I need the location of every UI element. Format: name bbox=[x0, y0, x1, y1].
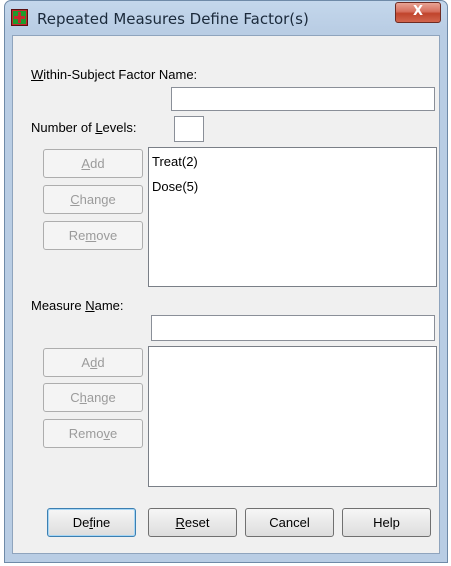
measure-remove-rest: e bbox=[109, 426, 118, 441]
dialog-content: Within-Subject Factor Name: Number of Le… bbox=[12, 35, 440, 554]
factor-remove-button[interactable]: Remove bbox=[43, 221, 143, 250]
measure-name-input[interactable] bbox=[151, 315, 435, 341]
mnemonic-w: W bbox=[31, 67, 44, 82]
measure-change-rest: ange bbox=[86, 390, 116, 405]
mnemonic-h: h bbox=[79, 390, 87, 405]
factor-add-label: dd bbox=[90, 156, 105, 171]
factor-remove-rest: ove bbox=[96, 228, 118, 243]
factor-add-button[interactable]: Add bbox=[43, 149, 143, 178]
mnemonic-c: C bbox=[70, 192, 80, 207]
factor-list-item[interactable]: Dose(5) bbox=[152, 179, 198, 194]
levels-label-pre: Number of bbox=[31, 120, 96, 135]
measure-add-button[interactable]: Add bbox=[43, 348, 143, 377]
dialog-window: Repeated Measures Define Factor(s) X Wit… bbox=[4, 0, 448, 563]
measure-remove-pre: Remo bbox=[68, 426, 104, 441]
title-bar[interactable]: Repeated Measures Define Factor(s) X bbox=[5, 1, 447, 35]
define-button[interactable]: Define bbox=[47, 508, 136, 537]
help-button[interactable]: Help bbox=[342, 508, 431, 537]
mnemonic-m: m bbox=[85, 228, 97, 243]
mnemonic-l: L bbox=[95, 120, 103, 135]
mnemonic-n: N bbox=[85, 298, 95, 313]
measure-name-label: Measure Name: bbox=[31, 298, 124, 313]
factor-name-label-rest: ithin-Subject Factor Name: bbox=[43, 67, 198, 82]
close-button[interactable]: X bbox=[395, 2, 441, 23]
define-pre: De bbox=[72, 515, 90, 530]
define-rest: ine bbox=[92, 515, 111, 530]
measure-change-pre: C bbox=[70, 390, 80, 405]
levels-label-rest: evels: bbox=[102, 120, 137, 135]
spss-app-icon bbox=[11, 9, 28, 26]
window-title: Repeated Measures Define Factor(s) bbox=[37, 10, 309, 28]
mnemonic-a: A bbox=[81, 156, 91, 171]
measure-change-button[interactable]: Change bbox=[43, 383, 143, 412]
factor-name-label: Within-Subject Factor Name: bbox=[31, 67, 197, 82]
measure-remove-button[interactable]: Remove bbox=[43, 419, 143, 448]
measure-add-rest: d bbox=[97, 355, 105, 370]
measure-listbox[interactable] bbox=[148, 346, 437, 487]
mnemonic-r: R bbox=[175, 515, 185, 530]
levels-label: Number of Levels: bbox=[31, 120, 137, 135]
reset-button[interactable]: Reset bbox=[148, 508, 237, 537]
factor-change-label: hange bbox=[79, 192, 116, 207]
factor-change-button[interactable]: Change bbox=[43, 185, 143, 214]
levels-input[interactable] bbox=[174, 116, 204, 142]
measure-name-rest: ame: bbox=[94, 298, 124, 313]
measure-add-pre: A bbox=[81, 355, 91, 370]
factor-list-item[interactable]: Treat(2) bbox=[152, 154, 198, 169]
cancel-button[interactable]: Cancel bbox=[245, 508, 334, 537]
factor-name-input[interactable] bbox=[171, 87, 435, 111]
reset-rest: eset bbox=[184, 515, 210, 530]
factor-remove-pre: Re bbox=[68, 228, 86, 243]
factor-listbox[interactable]: Treat(2) Dose(5) bbox=[148, 147, 437, 287]
measure-name-pre: Measure bbox=[31, 298, 86, 313]
